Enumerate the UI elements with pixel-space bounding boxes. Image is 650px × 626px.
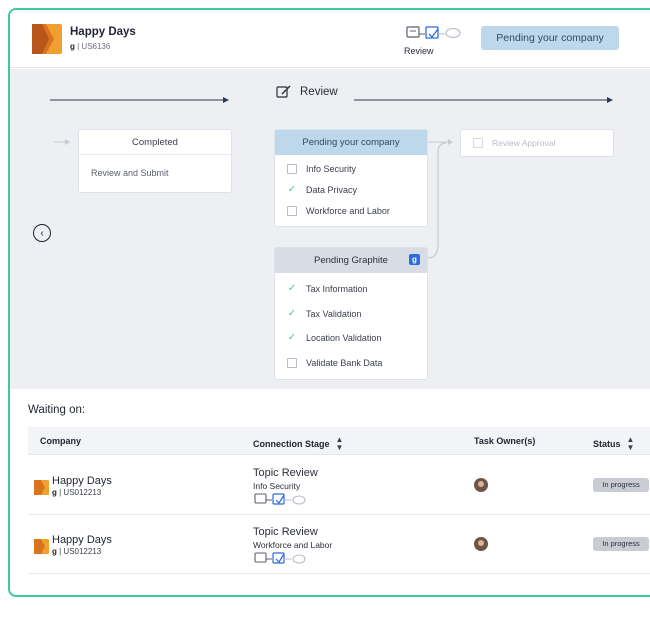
column-status[interactable]: Status ▲ ▼ <box>593 436 634 452</box>
pending-graphite-title: Pending Graphite g <box>275 248 427 273</box>
row-stage: Topic Review <box>253 467 318 479</box>
header: Happy Days g | US6136 Review Pending you… <box>10 10 650 68</box>
row-company-code: g <box>52 488 57 497</box>
completed-item[interactable]: Review and Submit <box>79 155 231 191</box>
chevron-left-icon: ‹ <box>40 227 44 239</box>
pending-graphite-card: Pending Graphite g ✓ Tax Information ✓ Tax … <box>274 247 428 380</box>
company-id: g | US6136 <box>70 42 111 51</box>
company-logo <box>34 480 49 495</box>
checkbox-icon[interactable] <box>287 163 297 174</box>
review-approval-item[interactable]: Review Approval <box>461 130 613 156</box>
row-company-id: g | US012213 <box>52 488 102 497</box>
check-icon: ✓ <box>287 183 297 195</box>
company-name: Happy Days <box>70 26 136 38</box>
stage-progress-icon <box>254 552 306 564</box>
company-code: g <box>70 42 75 51</box>
back-button[interactable]: ‹ <box>33 224 51 242</box>
avatar[interactable] <box>474 537 488 551</box>
row-stage: Topic Review <box>253 526 318 538</box>
task-label: Tax Validation <box>306 308 362 319</box>
completed-card-title: Completed <box>79 130 231 155</box>
row-company-name[interactable]: Happy Days <box>52 475 112 487</box>
pending-company-title: Pending your company <box>275 130 427 155</box>
row-company-id-value: US012213 <box>63 547 102 556</box>
checkbox-icon[interactable] <box>287 357 297 368</box>
column-stage-label: Connection Stage <box>253 439 330 449</box>
waiting-on-title: Waiting on: <box>28 404 86 416</box>
status-badge: In progress <box>593 478 649 492</box>
table-header: Company Connection Stage ▲ ▼ Task Owner(s)… <box>28 427 650 455</box>
task-tax-validation[interactable]: ✓ Tax Validation <box>275 302 427 327</box>
stage-progress-icon <box>406 26 461 39</box>
avatar[interactable] <box>474 478 488 492</box>
task-label: Validate Bank Data <box>306 357 383 368</box>
check-icon: ✓ <box>287 332 297 344</box>
check-icon: ✓ <box>287 283 297 295</box>
table-row[interactable]: Happy Days g | US012213 Topic Review Wor… <box>28 515 650 574</box>
column-company: Company <box>40 436 81 446</box>
task-location-validation[interactable]: ✓ Location Validation <box>275 326 427 351</box>
row-company-id-value: US012213 <box>63 488 102 497</box>
sort-icon[interactable]: ▲ ▼ <box>336 436 344 452</box>
app-frame: Happy Days g | US6136 Review Pending you… <box>8 8 650 597</box>
company-id-value: US6136 <box>81 42 111 51</box>
graphite-logo-icon: g <box>409 254 420 265</box>
review-title-text: Review <box>300 86 338 98</box>
status-pill[interactable]: Pending your company <box>481 26 619 50</box>
column-company-label: Company <box>40 436 82 446</box>
pending-graphite-title-text: Pending Graphite <box>314 255 388 266</box>
task-info-security[interactable]: Info Security <box>275 158 427 179</box>
review-stage-title: Review <box>276 85 338 99</box>
column-status-label: Status <box>593 439 621 449</box>
task-label: Data Privacy <box>306 184 358 195</box>
column-connection-stage[interactable]: Connection Stage ▲ ▼ <box>253 436 343 452</box>
company-logo <box>34 539 49 554</box>
column-task-owner: Task Owner(s) <box>474 436 535 446</box>
completed-card: Completed Review and Submit <box>78 129 232 193</box>
row-stage-topic: Info Security <box>253 481 301 491</box>
table-row[interactable]: Happy Days g | US012213 Topic Review Inf… <box>28 456 650 515</box>
status-badge: In progress <box>593 537 649 551</box>
check-icon: ✓ <box>287 307 297 319</box>
review-edit-icon <box>276 85 291 98</box>
checkbox-icon[interactable] <box>473 138 483 148</box>
task-tax-information[interactable]: ✓ Tax Information <box>275 277 427 302</box>
stage-progress-icon <box>254 493 306 505</box>
task-workforce-labor[interactable]: Workforce and Labor <box>275 200 427 221</box>
task-validate-bank-data[interactable]: Validate Bank Data <box>275 351 427 376</box>
row-company-name[interactable]: Happy Days <box>52 534 112 546</box>
stage-caption: Review <box>404 46 434 56</box>
row-company-code: g <box>52 547 57 556</box>
column-owner-label: Task Owner(s) <box>474 436 536 446</box>
row-company-id: g | US012213 <box>52 547 102 556</box>
company-logo <box>32 24 62 54</box>
pending-company-card: Pending your company Info Security ✓ Data… <box>274 129 428 227</box>
row-stage-topic: Workforce and Labor <box>253 540 333 550</box>
task-label: Tax Information <box>306 284 368 295</box>
task-label: Info Security <box>306 163 357 174</box>
checkbox-icon[interactable] <box>287 205 297 216</box>
task-label: Location Validation <box>306 333 382 344</box>
review-approval-card: Review Approval <box>460 129 614 157</box>
task-data-privacy[interactable]: ✓ Data Privacy <box>275 179 427 200</box>
workflow-diagram: Review Completed Review and Submit Pendi… <box>10 69 650 389</box>
sort-icon[interactable]: ▲ ▼ <box>627 436 635 452</box>
review-approval-label: Review Approval <box>492 138 556 148</box>
task-label: Workforce and Labor <box>306 205 390 216</box>
